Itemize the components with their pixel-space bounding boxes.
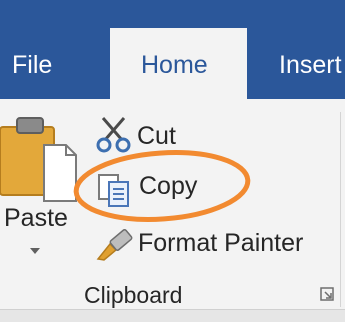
cut-label[interactable]: Cut <box>137 124 176 149</box>
tab-insert[interactable]: Insert <box>279 53 342 78</box>
word-ribbon-screenshot: File Home Insert Paste Cut Copy Format P… <box>0 0 345 322</box>
paintbrush-icon[interactable] <box>96 226 136 262</box>
chevron-down-icon[interactable] <box>28 246 42 256</box>
clipboard-group-label: Clipboard <box>84 282 183 308</box>
group-divider <box>340 112 341 307</box>
ribbon-bottom-edge <box>0 309 345 322</box>
tab-home[interactable]: Home <box>141 53 208 78</box>
format-painter-label[interactable]: Format Painter <box>138 231 303 256</box>
paste-label[interactable]: Paste <box>4 206 68 231</box>
clipboard-paste-icon[interactable] <box>0 115 78 203</box>
copy-label[interactable]: Copy <box>139 174 197 199</box>
tab-file[interactable]: File <box>12 53 52 78</box>
dialog-launcher-icon[interactable] <box>320 287 334 301</box>
scissors-icon[interactable] <box>95 115 133 153</box>
copy-icon[interactable] <box>96 172 132 208</box>
